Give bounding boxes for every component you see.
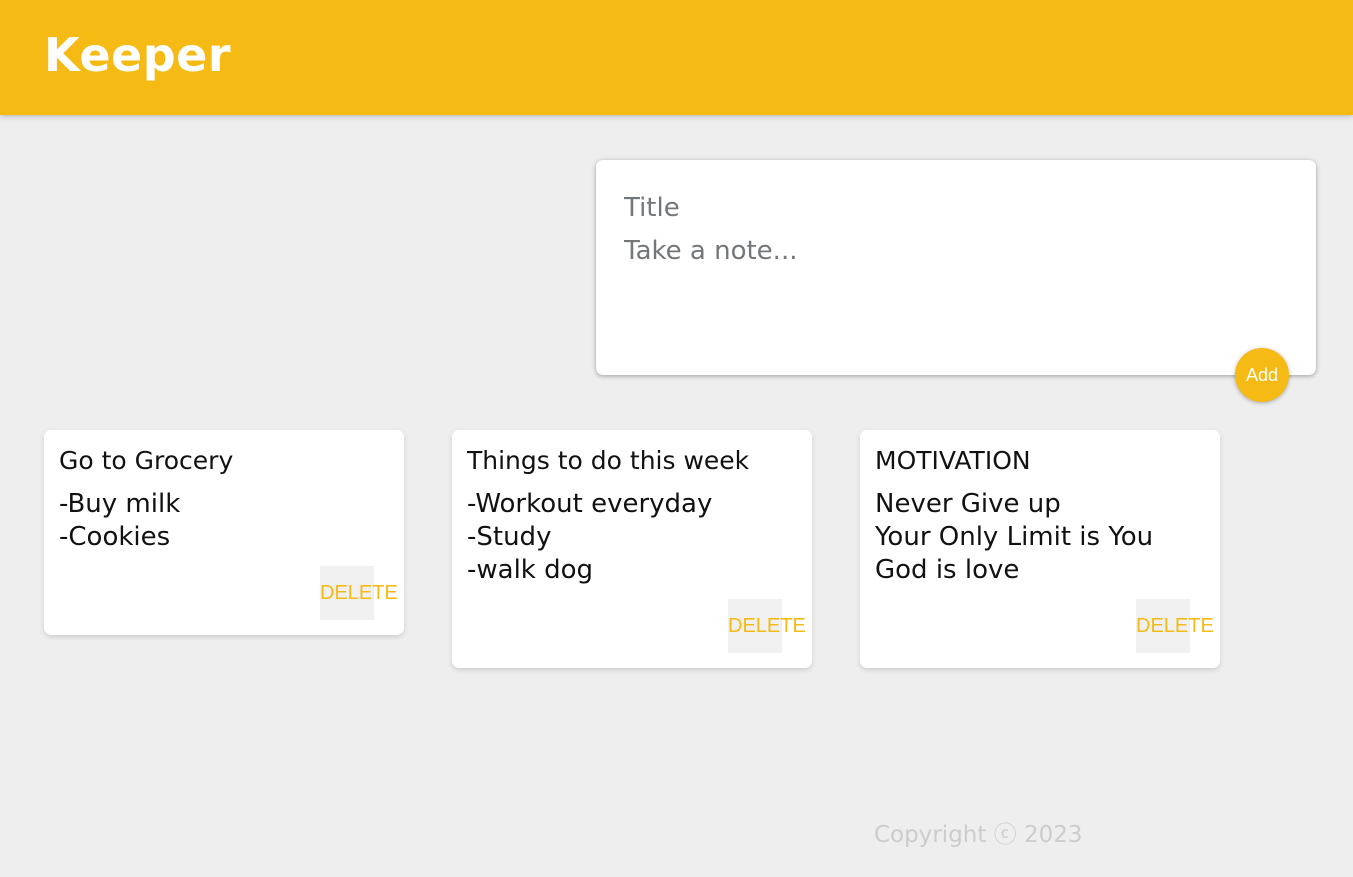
note-content: Never Give up Your Only Limit is You God…: [875, 489, 1154, 585]
note-title: MOTIVATION: [875, 446, 1031, 475]
delete-note-button[interactable]: DELETE: [320, 566, 398, 620]
note-content: -Workout everyday -Study -walk dog: [467, 489, 713, 585]
delete-note-button[interactable]: DELETE: [728, 599, 806, 653]
note-title: Things to do this week: [467, 446, 750, 475]
footer-copyright: Copyright ⓒ 2023: [874, 822, 1083, 848]
delete-note-button[interactable]: DELETE: [1136, 599, 1214, 653]
note-card: MOTIVATION Never Give up Your Only Limit…: [860, 430, 1220, 668]
note-content-input[interactable]: [624, 236, 1284, 346]
note-title-input[interactable]: [624, 190, 1284, 226]
add-note-button[interactable]: Add: [1235, 348, 1289, 402]
note-card: Go to Grocery -Buy milk -Cookies DELETE: [44, 430, 404, 635]
note-title: Go to Grocery: [59, 446, 234, 475]
note-card: Things to do this week -Workout everyday…: [452, 430, 812, 668]
note-content: -Buy milk -Cookies: [59, 489, 181, 552]
create-note-form: [596, 160, 1316, 375]
app-title: Keeper: [44, 28, 232, 82]
app-header: Keeper: [0, 0, 1353, 115]
